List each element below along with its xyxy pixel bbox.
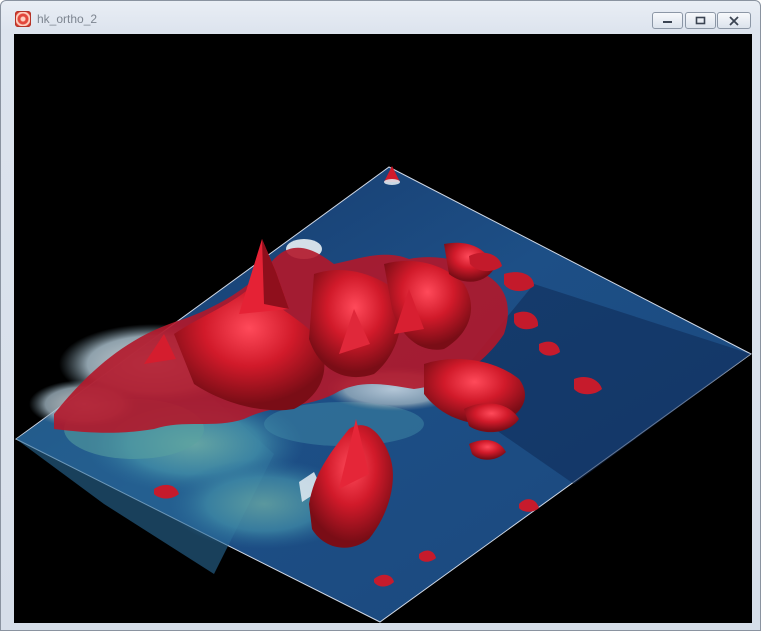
- window-title: hk_ortho_2: [37, 12, 98, 26]
- terrain-viewport[interactable]: [14, 34, 752, 623]
- minimize-icon: [662, 20, 672, 23]
- application-window: hk_ortho_2: [0, 0, 761, 631]
- title-bar[interactable]: hk_ortho_2: [1, 1, 760, 35]
- maximize-button[interactable]: [685, 12, 716, 29]
- maximize-icon: [695, 16, 705, 24]
- terrain-render[interactable]: [14, 34, 752, 623]
- close-icon: [729, 15, 739, 26]
- app-icon[interactable]: [15, 11, 31, 27]
- close-button[interactable]: [717, 12, 751, 29]
- minimize-button[interactable]: [652, 12, 683, 29]
